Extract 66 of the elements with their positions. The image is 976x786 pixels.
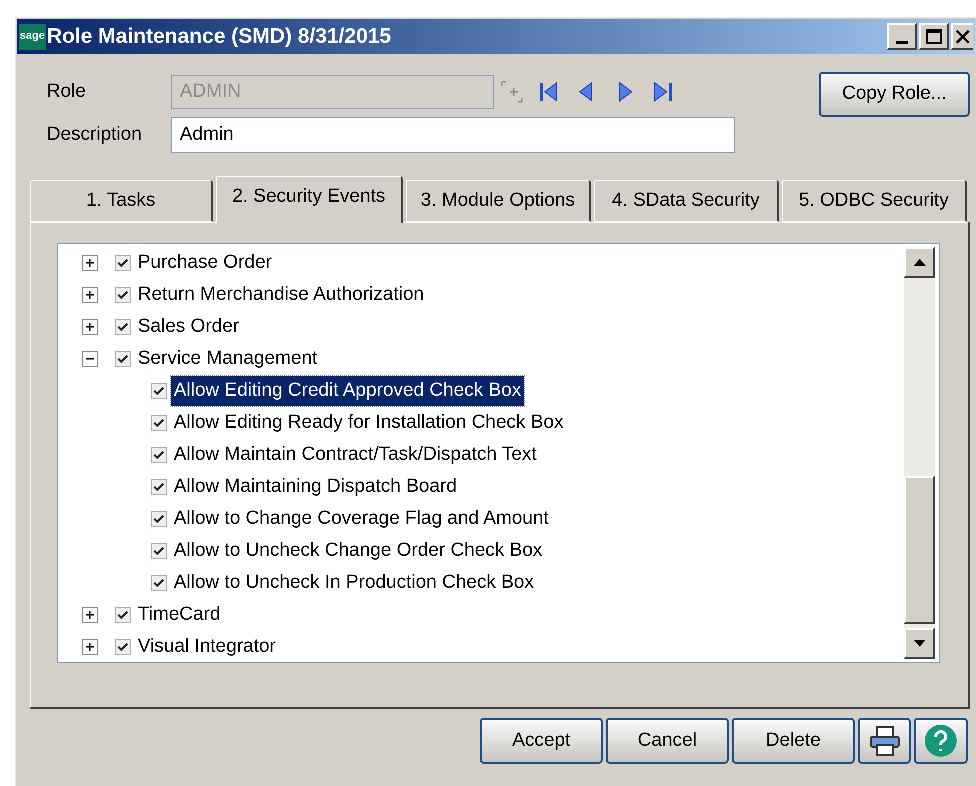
cancel-button[interactable]: Cancel (606, 718, 729, 764)
app-logo: sage (19, 24, 46, 50)
tree-item-label[interactable]: Allow to Uncheck Change Order Check Box (171, 536, 546, 566)
checkbox[interactable] (151, 511, 167, 527)
scroll-thumb[interactable] (904, 476, 935, 624)
tree-item-label[interactable]: TimeCard (135, 600, 224, 630)
tree-item-label[interactable]: Allow Maintaining Dispatch Board (171, 472, 460, 502)
checkbox[interactable] (115, 607, 131, 623)
checkbox[interactable] (115, 319, 131, 335)
checkbox[interactable] (115, 287, 131, 303)
scroll-up-button[interactable] (904, 247, 935, 278)
tab[interactable]: 1. Tasks (30, 180, 213, 222)
tree-item-label[interactable]: Purchase Order (135, 248, 276, 278)
checkbox[interactable] (151, 447, 167, 463)
minimize-button[interactable] (887, 23, 917, 50)
close-button[interactable] (951, 23, 973, 50)
role-label: Role (47, 80, 88, 104)
tree-item-label[interactable]: Service Management (135, 344, 321, 374)
tree-item-label[interactable]: Allow Maintain Contract/Task/Dispatch Text (171, 440, 540, 470)
expand-icon[interactable] (82, 287, 98, 303)
copy-role-button[interactable]: Copy Role... (819, 72, 970, 117)
next-record-icon[interactable] (618, 80, 634, 104)
collapse-icon[interactable] (82, 351, 98, 367)
expand-icon[interactable] (82, 607, 98, 623)
tree-item-label[interactable]: Allow to Uncheck In Production Check Box (171, 568, 538, 598)
tab[interactable]: 5. ODBC Security (782, 180, 967, 222)
help-button[interactable] (914, 718, 968, 764)
tree-item-label[interactable]: Allow Editing Credit Approved Check Box (171, 376, 524, 406)
printer-icon (868, 725, 900, 757)
expand-icon[interactable] (82, 639, 98, 655)
scrollbar[interactable] (904, 247, 935, 659)
checkbox[interactable] (151, 383, 167, 399)
description-input[interactable]: Admin (171, 117, 735, 153)
tab[interactable]: 3. Module Options (406, 180, 591, 222)
tree-item-label[interactable]: Return Merchandise Authorization (135, 280, 428, 310)
checkbox[interactable] (151, 479, 167, 495)
help-icon (924, 724, 958, 758)
tab[interactable]: 2. Security Events (216, 176, 403, 223)
expand-icon[interactable] (82, 255, 98, 271)
print-button[interactable] (858, 718, 911, 764)
last-record-icon[interactable] (652, 80, 674, 104)
maximize-icon (926, 29, 942, 44)
accept-button[interactable]: Accept (480, 718, 603, 764)
tree-item-label[interactable]: Sales Order (135, 312, 242, 342)
checkbox[interactable] (115, 639, 131, 655)
scroll-down-button[interactable] (904, 628, 935, 659)
tab[interactable]: 4. SData Security (594, 180, 779, 222)
checkbox[interactable] (151, 575, 167, 591)
expand-icon[interactable] (82, 319, 98, 335)
maximize-button[interactable] (919, 23, 949, 50)
checkbox[interactable] (115, 255, 131, 271)
tree-item-label[interactable]: Allow Editing Ready for Installation Check Box (171, 408, 567, 438)
checkbox[interactable] (151, 543, 167, 559)
delete-button[interactable]: Delete (732, 718, 855, 764)
tree-item-label[interactable]: Visual Integrator (135, 632, 280, 662)
previous-record-icon[interactable] (578, 80, 594, 104)
close-icon (956, 30, 970, 44)
first-record-icon[interactable] (538, 80, 560, 104)
tree-item-label[interactable]: Allow to Change Coverage Flag and Amount (171, 504, 552, 534)
minimize-icon (896, 41, 908, 44)
window-title: Role Maintenance (SMD) 8/31/2015 (47, 24, 392, 50)
description-label: Description (47, 122, 144, 147)
checkbox[interactable] (115, 351, 131, 367)
up-arrow-icon (914, 259, 926, 266)
down-arrow-icon (914, 640, 926, 647)
checkbox[interactable] (151, 415, 167, 431)
